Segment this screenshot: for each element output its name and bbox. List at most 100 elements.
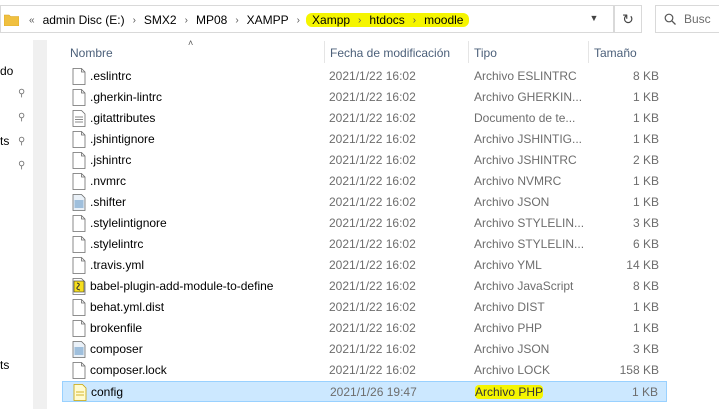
pin-icon[interactable]: ⚲ [18,136,28,147]
top-bar: «admin Disc (E:) › SMX2 › MP08 › XAMPP › Xampp › h… [0,0,719,38]
file-icon [72,152,86,169]
chevron-right-icon[interactable]: › [291,15,306,26]
file-row[interactable]: composer.lock 2021/1/22 16:02 Archivo LOCK… [62,360,667,381]
sort-ascending-icon: ˄ [188,38,194,48]
breadcrumb-segment[interactable]: XAMPP [245,13,291,27]
file-row[interactable]: .nvmrc 2021/1/22 16:02 Archivo NVMRC 1 KB [62,171,667,192]
nav-scrollbar[interactable] [33,40,47,409]
file-type: Archivo JavaScript [474,279,574,293]
file-icon [72,320,86,337]
chevron-down-icon[interactable]: ▼ [588,13,600,25]
file-name: .travis.yml [90,258,144,272]
file-name: composer.lock [90,363,167,377]
file-size: 1 KB [632,132,659,146]
file-icon [72,131,86,148]
navigation-pane: do ⚲ ⚲ ts ⚲ ⚲ ts [0,38,33,409]
file-type: Archivo PHP [475,385,544,399]
folder-icon [4,14,19,26]
file-list-scrollbar[interactable] [705,40,719,409]
file-name: .gitattributes [90,111,156,125]
file-row[interactable]: .stylelintrc 2021/1/22 16:02 Archivo STYLE… [62,234,667,255]
file-date: 2021/1/22 16:02 [329,321,416,335]
refresh-icon: ↻ [622,11,634,27]
chevron-right-icon[interactable]: › [229,15,244,26]
file-row[interactable]: .travis.yml 2021/1/22 16:02 Archivo YML 14 … [62,255,667,276]
file-row[interactable]: babel-plugin-add-module-to-define 2021/1/… [62,276,667,297]
file-size: 2 KB [632,153,659,167]
breadcrumb-segment[interactable]: moodle [422,13,465,27]
column-header-date[interactable]: Fecha de modificación [330,44,450,62]
pin-icon[interactable]: ⚲ [18,88,28,99]
file-date: 2021/1/22 16:02 [329,258,416,272]
breadcrumb-segment[interactable]: MP08 [194,13,229,27]
column-header-name[interactable]: Nombre [70,44,113,62]
file-name: config [91,385,124,399]
file-size: 1 KB [632,90,659,104]
file-type: Archivo JSHINTRC [474,153,577,167]
file-row[interactable]: .shifter 2021/1/22 16:02 Archivo JSON 1 KB [62,192,667,213]
search-box[interactable]: Busc [655,5,719,33]
nav-item-label[interactable]: ts [0,358,9,372]
file-type: Documento de te... [474,111,576,125]
chevron-right-icon[interactable]: › [352,15,367,26]
file-name: .shifter [90,195,127,209]
file-row[interactable]: .jshintignore 2021/1/22 16:02 Archivo JSHI… [62,129,667,150]
file-date: 2021/1/22 16:02 [329,237,416,251]
text-file-icon [72,110,86,127]
file-size: 3 KB [632,216,659,230]
file-row[interactable]: .stylelintignore 2021/1/22 16:02 Archivo S… [62,213,667,234]
nav-item-label[interactable]: ts [0,134,9,148]
file-icon [72,215,86,232]
json-file-icon [72,341,86,358]
file-row[interactable]: .gitattributes 2021/1/22 16:02 Documento d… [62,108,667,129]
column-header-type[interactable]: Tipo [474,44,497,62]
file-date: 2021/1/22 16:02 [329,111,416,125]
file-row[interactable]: config 2021/1/26 19:47 Archivo PHP 1 KB [62,381,667,402]
file-date: 2021/1/22 16:02 [329,216,416,230]
refresh-button[interactable]: ↻ [614,5,642,33]
file-name: brokenfile [90,321,143,335]
file-row[interactable]: composer 2021/1/22 16:02 Archivo JSON 3 KB [62,339,667,360]
file-row[interactable]: .eslintrc 2021/1/22 16:02 Archivo ESLINTRC… [62,66,667,87]
file-date: 2021/1/22 16:02 [329,363,416,377]
breadcrumb-overflow-icon[interactable]: « [23,15,41,26]
file-row[interactable]: behat.yml.dist 2021/1/22 16:02 Archivo DIS… [62,297,667,318]
breadcrumb-segment[interactable]: htdocs [367,13,406,27]
nav-item-label[interactable]: do [0,64,13,78]
php-file-icon [73,384,87,401]
breadcrumb-segment[interactable]: Xampp [310,13,352,27]
breadcrumb-segment[interactable]: SMX2 [142,13,179,27]
chevron-right-icon[interactable]: › [179,15,194,26]
file-date: 2021/1/26 19:47 [330,385,417,399]
file-type: Archivo LOCK [474,363,551,377]
column-divider[interactable] [588,41,589,63]
file-icon [72,173,86,190]
file-name: .nvmrc [90,174,126,188]
file-size: 1 KB [632,174,659,188]
file-date: 2021/1/22 16:02 [329,300,416,314]
file-type: Archivo JSHINTIG... [474,132,583,146]
chevron-right-icon[interactable]: › [127,15,142,26]
file-icon [72,257,86,274]
column-divider[interactable] [468,41,469,63]
file-row[interactable]: .jshintrc 2021/1/22 16:02 Archivo JSHINTRC… [62,150,667,171]
column-header-size[interactable]: Tamaño [594,44,637,62]
file-name: composer [90,342,143,356]
file-date: 2021/1/22 16:02 [329,132,416,146]
file-name: behat.yml.dist [90,300,165,314]
column-divider[interactable] [324,41,325,63]
address-bar[interactable]: «admin Disc (E:) › SMX2 › MP08 › XAMPP › Xampp › h… [0,5,614,33]
file-icon [72,89,86,106]
file-date: 2021/1/22 16:02 [329,90,416,104]
file-name: .jshintrc [90,153,132,167]
pin-icon[interactable]: ⚲ [18,160,28,171]
file-row[interactable]: .gherkin-lintrc 2021/1/22 16:02 Archivo GH… [62,87,667,108]
file-size: 1 KB [632,195,659,209]
file-row[interactable]: brokenfile 2021/1/22 16:02 Archivo PHP 1 KB [62,318,667,339]
chevron-right-icon[interactable]: › [407,15,422,26]
file-type: Archivo NVMRC [474,174,562,188]
file-date: 2021/1/22 16:02 [329,195,416,209]
pin-icon[interactable]: ⚲ [18,112,28,123]
breadcrumb-segment[interactable]: admin Disc (E:) [41,13,127,27]
breadcrumb: «admin Disc (E:) › SMX2 › MP08 › XAMPP › Xampp › h… [23,12,470,28]
